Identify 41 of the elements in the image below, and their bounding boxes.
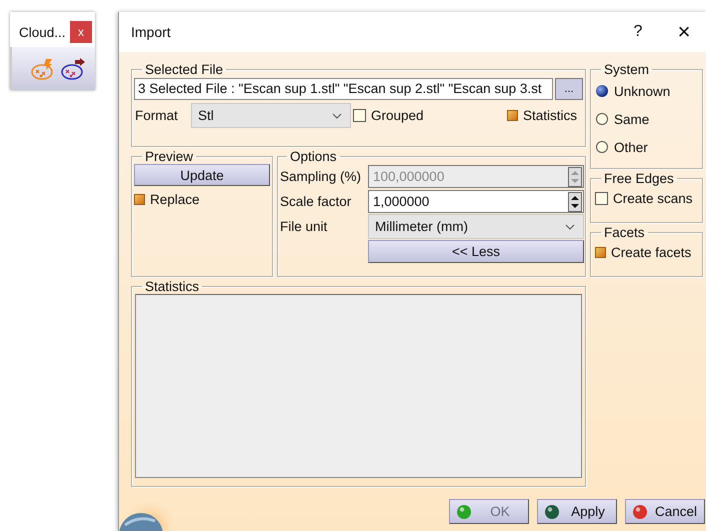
toolbar-title: Cloud... bbox=[19, 24, 66, 40]
group-label: Options bbox=[289, 149, 338, 164]
group-label: Free Edges bbox=[603, 171, 675, 186]
file-unit-label: File unit bbox=[279, 219, 328, 234]
grouped-checkbox[interactable]: Grouped bbox=[353, 108, 424, 123]
system-radio[interactable]: Unknown bbox=[593, 77, 700, 105]
statistics-checkbox[interactable]: Statistics bbox=[506, 108, 577, 123]
spin-arrows-icon bbox=[568, 166, 582, 186]
create-scans-checkbox[interactable]: Create scans bbox=[593, 186, 700, 211]
status-ball-icon bbox=[544, 504, 560, 520]
scale-factor-label: Scale factor bbox=[279, 194, 352, 209]
file-path-field[interactable]: 3 Selected File : "Escan sup 1.stl" "Escan sup 2.stl" "Escan sup 3.st bbox=[134, 78, 553, 100]
less-button[interactable]: << Less bbox=[368, 240, 584, 263]
browse-button[interactable]: ... bbox=[555, 78, 583, 100]
help-button[interactable]: ? bbox=[615, 14, 661, 50]
status-ball-icon bbox=[632, 504, 648, 520]
group-label: Facets bbox=[603, 225, 646, 240]
system-radio[interactable]: Other bbox=[593, 133, 700, 161]
update-button[interactable]: Update bbox=[134, 164, 270, 186]
dialog-button[interactable]: Cancel bbox=[625, 499, 705, 524]
group-label: Selected File bbox=[144, 62, 224, 77]
create-facets-checkbox[interactable]: Create facets bbox=[593, 240, 700, 265]
close-button[interactable]: × bbox=[661, 14, 706, 50]
group-label: Statistics bbox=[144, 279, 200, 294]
dialog-title: Import bbox=[131, 24, 172, 40]
scale-factor-spinbox[interactable]: 1,000000 bbox=[368, 190, 584, 213]
point-cloud-icon[interactable] bbox=[60, 56, 86, 80]
status-ball-icon bbox=[456, 504, 472, 520]
chevron-down-icon bbox=[332, 112, 342, 118]
group-label: System bbox=[603, 62, 650, 77]
spin-arrows-icon bbox=[568, 192, 582, 212]
format-dropdown[interactable]: Stl bbox=[191, 103, 351, 128]
replace-checkbox[interactable]: Replace bbox=[134, 192, 270, 207]
chevron-down-icon bbox=[565, 224, 575, 230]
group-label: Preview bbox=[144, 149, 194, 164]
system-radio[interactable]: Same bbox=[593, 105, 700, 133]
file-unit-dropdown[interactable]: Millimeter (mm) bbox=[368, 214, 584, 239]
close-button[interactable]: x bbox=[70, 21, 92, 43]
format-label: Format bbox=[134, 108, 179, 123]
sampling-label: Sampling (%) bbox=[279, 169, 362, 184]
dialog-button[interactable]: Apply bbox=[537, 499, 617, 524]
